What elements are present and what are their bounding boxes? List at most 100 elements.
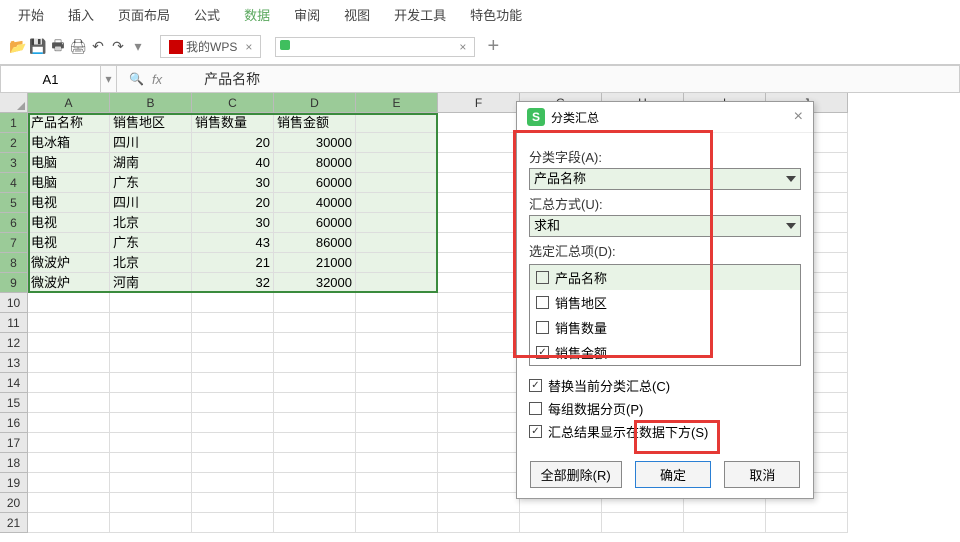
cell[interactable]: [110, 433, 192, 453]
menu-start[interactable]: 开始: [18, 5, 44, 24]
row-header[interactable]: 17: [0, 433, 28, 453]
cell[interactable]: [28, 313, 110, 333]
dialog-close-icon[interactable]: ×: [794, 108, 803, 126]
print-icon[interactable]: 🖨: [70, 39, 86, 55]
cell[interactable]: [110, 373, 192, 393]
cell[interactable]: [356, 193, 438, 213]
cell[interactable]: [192, 293, 274, 313]
print-preview-icon[interactable]: 🖶: [50, 39, 66, 55]
add-tab-icon[interactable]: +: [485, 39, 501, 55]
cell[interactable]: [438, 353, 520, 373]
row-header[interactable]: 10: [0, 293, 28, 313]
row-header[interactable]: 9: [0, 273, 28, 293]
cell[interactable]: [438, 473, 520, 493]
cell[interactable]: [274, 473, 356, 493]
cell[interactable]: [438, 313, 520, 333]
items-listbox[interactable]: 产品名称 销售地区 销售数量 ✓ 销售金额: [529, 264, 801, 366]
row-header[interactable]: 16: [0, 413, 28, 433]
cell[interactable]: [110, 413, 192, 433]
cell[interactable]: [28, 433, 110, 453]
cell[interactable]: 微波炉: [28, 253, 110, 273]
cell[interactable]: [192, 393, 274, 413]
name-box[interactable]: A1: [1, 66, 101, 92]
tab-blank[interactable]: ×: [275, 37, 475, 57]
cell[interactable]: [110, 293, 192, 313]
row-header[interactable]: 11: [0, 313, 28, 333]
cell[interactable]: [274, 373, 356, 393]
cell[interactable]: [356, 153, 438, 173]
cell[interactable]: [192, 413, 274, 433]
cell[interactable]: [274, 453, 356, 473]
cell[interactable]: 电脑: [28, 153, 110, 173]
cell[interactable]: 电视: [28, 213, 110, 233]
cell[interactable]: [438, 333, 520, 353]
cell[interactable]: [28, 353, 110, 373]
column-header[interactable]: F: [438, 93, 520, 113]
cell[interactable]: [274, 333, 356, 353]
formula-input[interactable]: 产品名称: [174, 69, 260, 89]
cell[interactable]: [28, 413, 110, 433]
cell[interactable]: 60000: [274, 213, 356, 233]
row-header[interactable]: 8: [0, 253, 28, 273]
cell[interactable]: [356, 393, 438, 413]
below-checkbox[interactable]: ✓ 汇总结果显示在数据下方(S): [529, 420, 801, 443]
cell[interactable]: [438, 393, 520, 413]
column-header[interactable]: A: [28, 93, 110, 113]
remove-all-button[interactable]: 全部删除(R): [530, 461, 622, 488]
cell[interactable]: [28, 473, 110, 493]
cancel-button[interactable]: 取消: [724, 461, 800, 488]
cell[interactable]: [356, 233, 438, 253]
menu-devtools[interactable]: 开发工具: [394, 5, 446, 24]
row-header[interactable]: 19: [0, 473, 28, 493]
cell[interactable]: [356, 433, 438, 453]
cell[interactable]: 电脑: [28, 173, 110, 193]
cell[interactable]: 微波炉: [28, 273, 110, 293]
cell[interactable]: [356, 333, 438, 353]
method-select[interactable]: 求和: [529, 215, 801, 237]
field-select[interactable]: 产品名称: [529, 168, 801, 190]
cell[interactable]: [520, 513, 602, 533]
replace-checkbox[interactable]: ✓ 替换当前分类汇总(C): [529, 374, 801, 397]
checkbox-icon[interactable]: ✓: [529, 379, 542, 392]
menu-formula[interactable]: 公式: [194, 5, 220, 24]
cell[interactable]: [438, 153, 520, 173]
cell[interactable]: [110, 393, 192, 413]
cell[interactable]: 产品名称: [28, 113, 110, 133]
row-header[interactable]: 18: [0, 453, 28, 473]
cell[interactable]: [274, 293, 356, 313]
cell[interactable]: [28, 453, 110, 473]
save-icon[interactable]: 💾: [30, 39, 46, 55]
menu-layout[interactable]: 页面布局: [118, 5, 170, 24]
cell[interactable]: 30: [192, 213, 274, 233]
cell[interactable]: 四川: [110, 133, 192, 153]
cell[interactable]: [602, 513, 684, 533]
cell[interactable]: [110, 473, 192, 493]
checkbox-icon[interactable]: ✓: [536, 346, 549, 359]
row-header[interactable]: 4: [0, 173, 28, 193]
cell[interactable]: [28, 373, 110, 393]
cell[interactable]: 电视: [28, 233, 110, 253]
row-header[interactable]: 13: [0, 353, 28, 373]
cell[interactable]: [110, 333, 192, 353]
cell[interactable]: [192, 513, 274, 533]
cell[interactable]: [438, 193, 520, 213]
fx-label[interactable]: fx: [152, 72, 162, 87]
cell[interactable]: 21000: [274, 253, 356, 273]
cell[interactable]: [356, 293, 438, 313]
redo-icon[interactable]: ↷: [110, 39, 126, 55]
cell[interactable]: [438, 513, 520, 533]
cell[interactable]: [110, 493, 192, 513]
cell[interactable]: [356, 413, 438, 433]
cell[interactable]: [438, 413, 520, 433]
cell[interactable]: [28, 393, 110, 413]
row-header[interactable]: 21: [0, 513, 28, 533]
menu-special[interactable]: 特色功能: [470, 5, 522, 24]
list-item[interactable]: 销售地区: [530, 290, 800, 315]
menu-data[interactable]: 数据: [244, 5, 270, 24]
row-header[interactable]: 6: [0, 213, 28, 233]
cell[interactable]: [438, 133, 520, 153]
cell[interactable]: [110, 513, 192, 533]
column-header[interactable]: D: [274, 93, 356, 113]
cell[interactable]: 60000: [274, 173, 356, 193]
cell[interactable]: [438, 433, 520, 453]
